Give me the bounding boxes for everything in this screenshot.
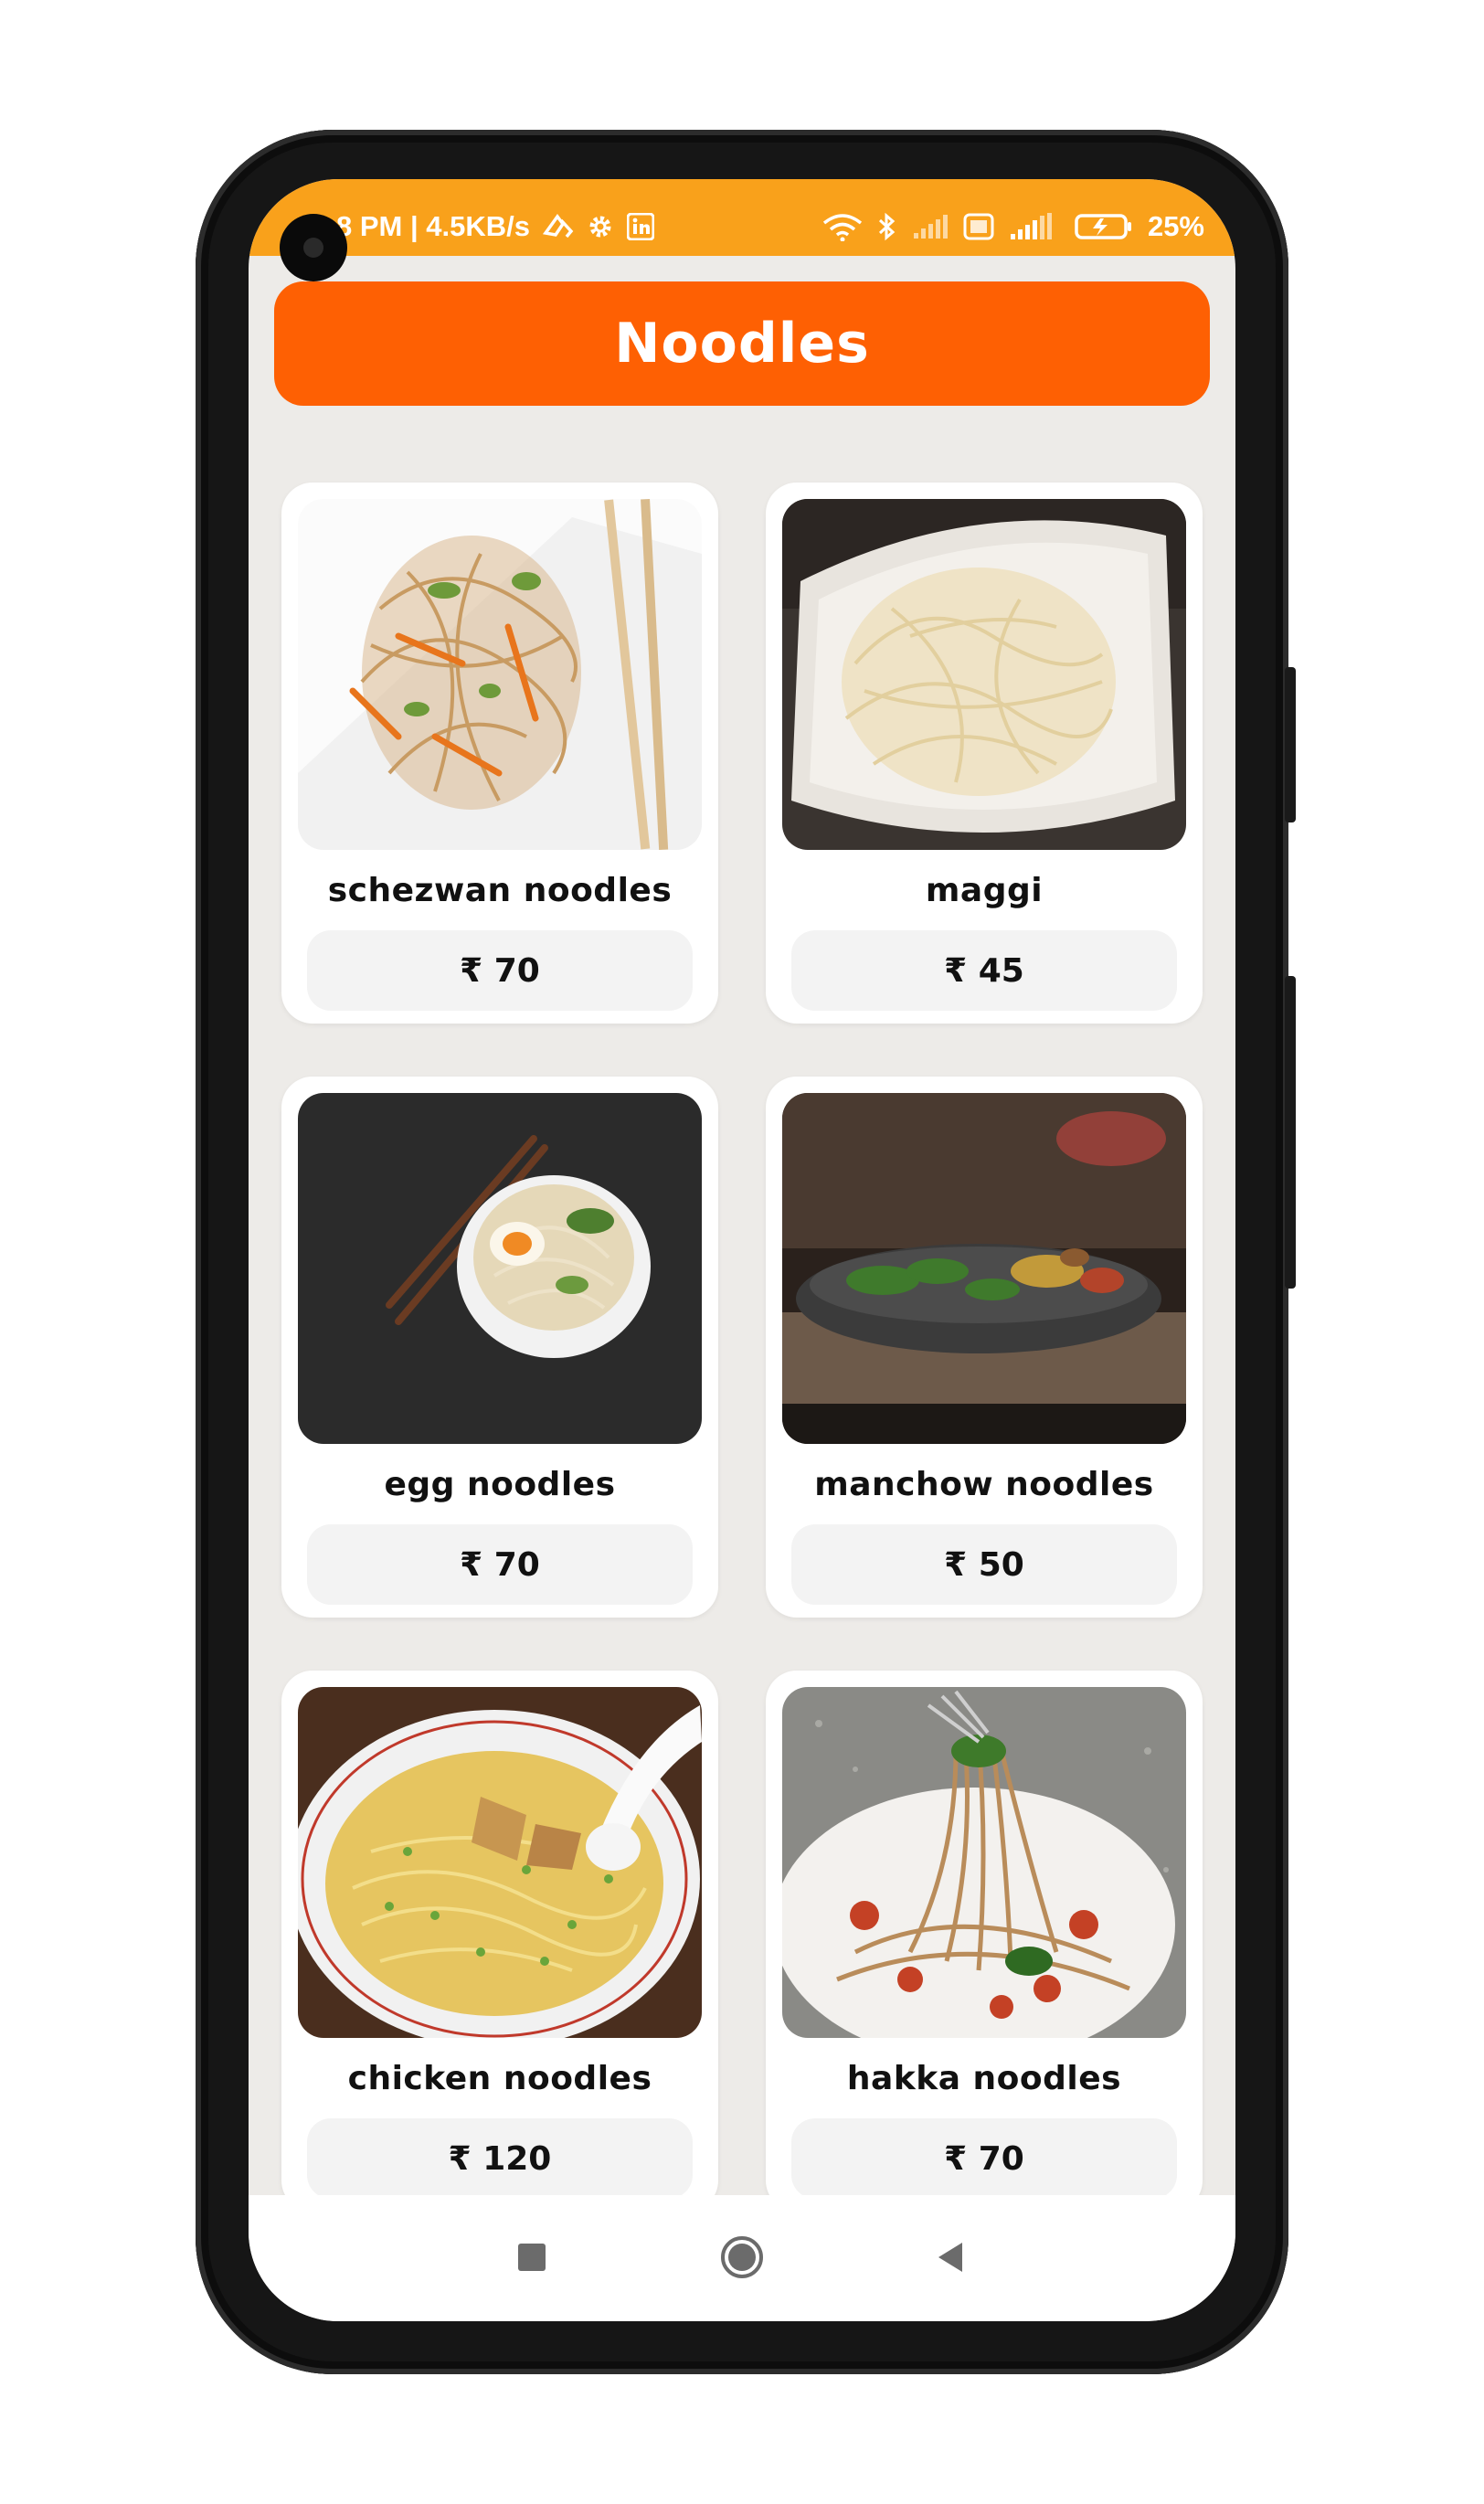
signal-4g-icon — [1009, 211, 1060, 242]
home-button[interactable] — [705, 2223, 779, 2296]
gear-icon — [587, 211, 614, 242]
dish-name: egg noodles — [384, 1466, 616, 1503]
dish-price[interactable]: ₹ 50 — [791, 1524, 1177, 1605]
power-button — [1285, 976, 1296, 1289]
menu-card[interactable]: hakka noodles ₹ 70 — [766, 1671, 1203, 2212]
dish-name: schezwan noodles — [327, 872, 673, 909]
dish-price[interactable]: ₹ 70 — [307, 930, 693, 1011]
volume-button — [1285, 667, 1296, 822]
page-title: Noodles — [614, 312, 870, 376]
maggi-image — [782, 499, 1186, 850]
dish-price[interactable]: ₹ 120 — [307, 2118, 693, 2199]
status-time-speed: 8 PM | 4.5KB/s — [336, 210, 530, 242]
status-right: 25% — [822, 210, 1204, 243]
transfer-icon — [542, 211, 574, 242]
dish-price[interactable]: ₹ 70 — [791, 2118, 1177, 2199]
menu-card[interactable]: egg noodles ₹ 70 — [281, 1077, 718, 1618]
recents-button[interactable] — [495, 2223, 568, 2296]
linkedin-icon — [626, 211, 654, 242]
phone-screen: 8 PM | 4.5KB/s 25% Noodles schezwan nood… — [249, 179, 1235, 2321]
back-button[interactable] — [914, 2223, 987, 2296]
wifi-icon — [822, 211, 863, 242]
bluetooth-icon — [877, 211, 897, 242]
battery-charging-icon — [1075, 211, 1133, 242]
dish-price[interactable]: ₹ 45 — [791, 930, 1177, 1011]
dish-name: hakka noodles — [846, 2060, 1122, 2097]
front-camera — [280, 214, 347, 281]
signal-weak-icon — [912, 211, 949, 242]
triangle-back-icon — [935, 2241, 966, 2277]
battery-percentage: 25% — [1147, 210, 1204, 242]
manchow-noodles-image — [782, 1093, 1186, 1444]
egg-noodles-image — [298, 1093, 702, 1444]
status-left: 8 PM | 4.5KB/s — [336, 210, 654, 243]
dish-name: maggi — [925, 872, 1044, 909]
chicken-noodles-image — [298, 1687, 702, 2038]
square-icon — [516, 2242, 547, 2276]
hakka-noodles-image — [782, 1687, 1186, 2038]
volte-icon — [963, 211, 994, 242]
dish-name: manchow noodles — [814, 1466, 1154, 1503]
page: 8 PM | 4.5KB/s 25% Noodles schezwan nood… — [0, 0, 1484, 2504]
navigation-bar — [249, 2195, 1235, 2321]
dish-name: chicken noodles — [347, 2060, 652, 2097]
menu-card[interactable]: manchow noodles ₹ 50 — [766, 1077, 1203, 1618]
menu-card[interactable]: maggi ₹ 45 — [766, 483, 1203, 1024]
schezwan-noodles-image — [298, 499, 702, 850]
menu-card[interactable]: chicken noodles ₹ 120 — [281, 1671, 718, 2212]
circle-icon — [719, 2234, 765, 2284]
menu-card[interactable]: schezwan noodles ₹ 70 — [281, 483, 718, 1024]
header-banner: Noodles — [274, 281, 1210, 406]
status-bar: 8 PM | 4.5KB/s 25% — [249, 179, 1235, 256]
dish-price[interactable]: ₹ 70 — [307, 1524, 693, 1605]
